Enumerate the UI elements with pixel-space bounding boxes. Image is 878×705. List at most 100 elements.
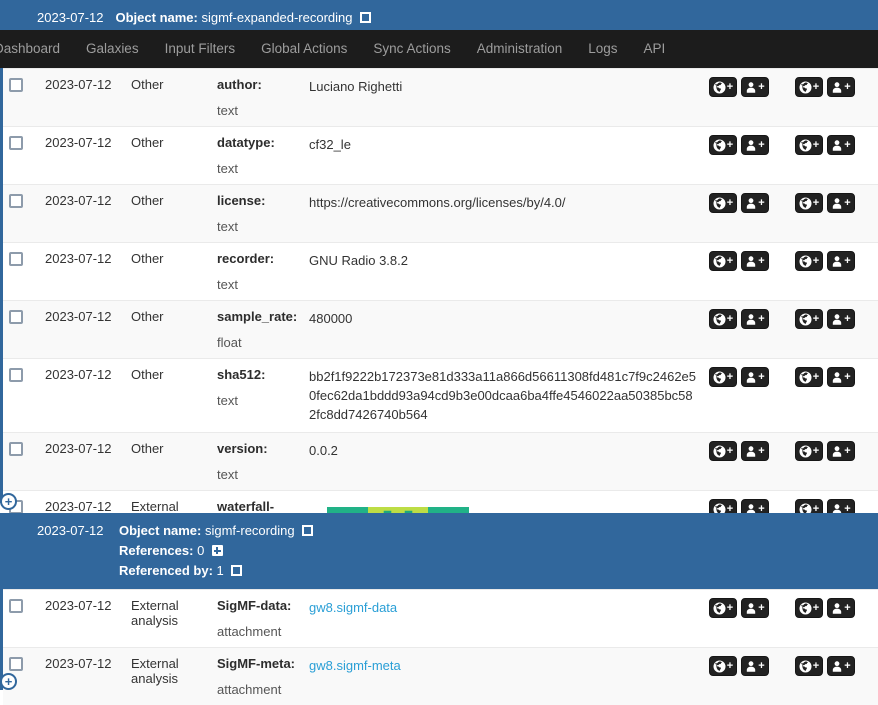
table-row[interactable]: 2023-07-12External analysisSigMF-meta:at…	[3, 648, 878, 705]
nav-item-administration[interactable]: Administration	[464, 30, 576, 68]
add-user-attribute-button[interactable]: +	[741, 135, 769, 155]
row-attribute-cell: SigMF-data:attachment	[211, 590, 303, 648]
nav-item-dashboard[interactable]: Dashboard	[0, 30, 73, 68]
row-value: 0.0.2	[309, 443, 338, 458]
add-user-attribute-button-2[interactable]: +	[827, 367, 855, 387]
referenced-by-value: 1	[217, 563, 224, 578]
add-attribute-button-panel-2[interactable]: +	[0, 673, 17, 690]
expand-icon[interactable]	[360, 12, 371, 23]
add-globe-attribute-button[interactable]: +	[709, 135, 737, 155]
attachment-link[interactable]: gw8.sigmf-meta	[309, 658, 401, 673]
row-category: Other	[125, 301, 211, 359]
row-attribute-name: license:	[217, 193, 297, 208]
globe-plus-icon	[799, 313, 812, 326]
add-globe-attribute-button-2[interactable]: +	[795, 441, 823, 461]
add-globe-attribute-button-2[interactable]: +	[795, 367, 823, 387]
row-attribute-type: text	[217, 277, 297, 292]
nav-item-galaxies[interactable]: Galaxies	[73, 30, 152, 68]
add-user-attribute-button-2[interactable]: +	[827, 656, 855, 676]
row-checkbox-cell	[3, 590, 39, 648]
add-user-attribute-button-2[interactable]: +	[827, 598, 855, 618]
row-attribute-cell: SigMF-meta:attachment	[211, 648, 303, 705]
table-row[interactable]: 2023-07-12External analysisSigMF-data:at…	[3, 590, 878, 648]
table-row[interactable]: 2023-07-12Otherauthor:textLuciano Righet…	[3, 69, 878, 127]
table-row[interactable]: 2023-07-12Othersha512:textbb2f1f9222b172…	[3, 359, 878, 433]
add-globe-attribute-button[interactable]: +	[709, 193, 737, 213]
row-checkbox[interactable]	[9, 599, 23, 613]
add-user-attribute-button[interactable]: +	[741, 656, 769, 676]
add-globe-attribute-button-2[interactable]: +	[795, 77, 823, 97]
row-attribute-name: version:	[217, 441, 297, 456]
add-user-attribute-button[interactable]: +	[741, 309, 769, 329]
add-globe-attribute-button-2[interactable]: +	[795, 656, 823, 676]
row-value: Luciano Righetti	[309, 79, 402, 94]
add-globe-attribute-button[interactable]: +	[709, 251, 737, 271]
row-attribute-cell: license: text	[211, 185, 303, 243]
add-user-attribute-button[interactable]: +	[741, 77, 769, 97]
add-user-attribute-button[interactable]: +	[741, 441, 769, 461]
add-globe-attribute-button[interactable]: +	[709, 309, 737, 329]
globe-plus-icon	[799, 255, 812, 268]
row-actions: ++++	[709, 441, 875, 461]
add-user-attribute-button-2[interactable]: +	[827, 309, 855, 329]
row-checkbox[interactable]	[9, 442, 23, 456]
references-label: References:	[119, 543, 193, 558]
row-checkbox[interactable]	[9, 78, 23, 92]
add-user-attribute-button[interactable]: +	[741, 193, 769, 213]
row-checkbox[interactable]	[9, 657, 23, 671]
add-attribute-button-panel-1[interactable]: +	[0, 493, 17, 510]
row-checkbox[interactable]	[9, 368, 23, 382]
row-checkbox[interactable]	[9, 136, 23, 150]
row-attribute-cell: recorder: text	[211, 243, 303, 301]
add-reference-icon[interactable]	[212, 545, 223, 556]
table-row[interactable]: 2023-07-12Otherdatatype:textcf32_le++++	[3, 127, 878, 185]
main-navbar: DashboardGalaxiesInput FiltersGlobal Act…	[0, 30, 878, 68]
row-attribute-cell: version:text	[211, 433, 303, 491]
add-user-attribute-button[interactable]: +	[741, 367, 769, 387]
add-user-attribute-button-2[interactable]: +	[827, 193, 855, 213]
add-user-attribute-button[interactable]: +	[741, 598, 769, 618]
nav-item-api[interactable]: API	[631, 30, 679, 68]
nav-item-global-actions[interactable]: Global Actions	[248, 30, 360, 68]
attachment-link[interactable]: gw8.sigmf-data	[309, 600, 397, 615]
add-globe-attribute-button-2[interactable]: +	[795, 251, 823, 271]
add-globe-attribute-button-2[interactable]: +	[795, 598, 823, 618]
row-attribute-name: recorder:	[217, 251, 297, 266]
table-row[interactable]: 2023-07-12Otherrecorder:textGNU Radio 3.…	[3, 243, 878, 301]
add-user-attribute-button[interactable]: +	[741, 251, 769, 271]
table-row[interactable]: 2023-07-12Othersample_rate:float480000++…	[3, 301, 878, 359]
expand-icon[interactable]	[231, 565, 242, 576]
nav-item-input-filters[interactable]: Input Filters	[152, 30, 249, 68]
row-category: Other	[125, 433, 211, 491]
plus-icon: +	[844, 256, 850, 266]
add-globe-attribute-button[interactable]: +	[709, 77, 737, 97]
add-globe-attribute-button-2[interactable]: +	[795, 309, 823, 329]
add-user-attribute-button-2[interactable]: +	[827, 441, 855, 461]
referenced-by-label: Referenced by:	[119, 563, 213, 578]
expand-icon[interactable]	[302, 525, 313, 536]
person-plus-icon	[745, 255, 757, 268]
row-checkbox[interactable]	[9, 252, 23, 266]
nav-item-logs[interactable]: Logs	[575, 30, 630, 68]
plus-icon: +	[727, 603, 733, 613]
add-globe-attribute-button[interactable]: +	[709, 598, 737, 618]
add-globe-attribute-button-2[interactable]: +	[795, 193, 823, 213]
globe-plus-icon	[799, 660, 812, 673]
add-globe-attribute-button[interactable]: +	[709, 367, 737, 387]
row-attribute-type: text	[217, 219, 297, 234]
add-user-attribute-button-2[interactable]: +	[827, 251, 855, 271]
row-checkbox[interactable]	[9, 194, 23, 208]
row-checkbox[interactable]	[9, 310, 23, 324]
add-globe-attribute-button-2[interactable]: +	[795, 135, 823, 155]
add-user-attribute-button-2[interactable]: +	[827, 77, 855, 97]
table-row[interactable]: 2023-07-12Otherversion:text0.0.2++++	[3, 433, 878, 491]
nav-item-sync-actions[interactable]: Sync Actions	[360, 30, 463, 68]
table-row[interactable]: 2023-07-12Otherlicense:texthttps://creat…	[3, 185, 878, 243]
add-user-attribute-button-2[interactable]: +	[827, 135, 855, 155]
add-globe-attribute-button[interactable]: +	[709, 656, 737, 676]
person-plus-icon	[831, 313, 843, 326]
person-plus-icon	[745, 139, 757, 152]
plus-icon: +	[758, 372, 764, 382]
action-group-group2: ++	[795, 309, 855, 329]
add-globe-attribute-button[interactable]: +	[709, 441, 737, 461]
